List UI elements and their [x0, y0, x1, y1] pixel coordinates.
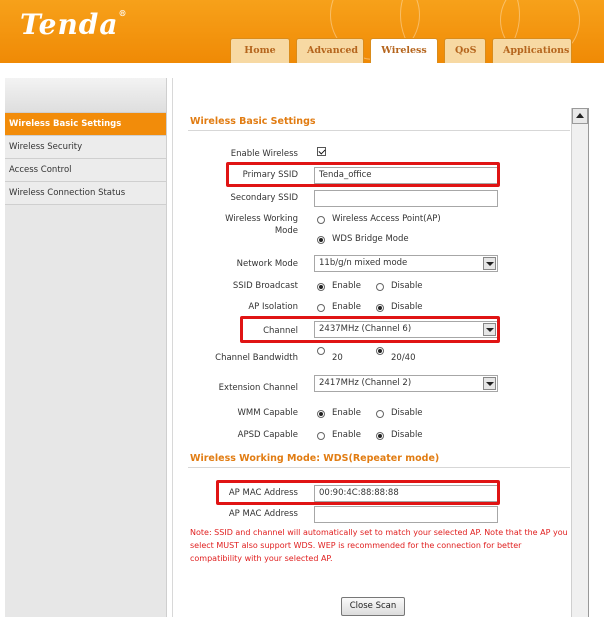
apsd-capable-label: APSD Capable [237, 430, 298, 440]
logo-text: Tenda [20, 8, 119, 41]
scrollbar-edge [588, 108, 589, 617]
wmm-disable-radio[interactable] [376, 410, 384, 418]
apsd-enable-label: Enable [332, 430, 361, 440]
ssid-broadcast-label: SSID Broadcast [232, 281, 298, 291]
tab-wireless[interactable]: Wireless [370, 38, 438, 63]
apsd-disable-label: Disable [391, 430, 423, 440]
wds-note: Note: SSID and channel will automaticall… [190, 528, 568, 563]
secondary-ssid-label: Secondary SSID [230, 193, 298, 203]
secondary-ssid-input[interactable] [314, 190, 498, 207]
ssid-broadcast-disable-radio[interactable] [376, 283, 384, 291]
ap-isolation-enable-radio[interactable] [317, 304, 325, 312]
wmm-enable-label: Enable [332, 408, 361, 418]
working-mode-wds-label: WDS Bridge Mode [332, 234, 409, 244]
channel-bandwidth-label: Channel Bandwidth [215, 353, 298, 363]
working-mode-ap-radio[interactable] [317, 216, 325, 224]
network-mode-value: 11b/g/n mixed mode [319, 258, 408, 268]
section-title-basic: Wireless Basic Settings [190, 116, 316, 127]
extension-channel-select[interactable]: 2417MHz (Channel 2) [314, 375, 498, 392]
tab-home[interactable]: Home [230, 38, 290, 63]
ssid-broadcast-enable-label: Enable [332, 281, 361, 291]
sidebar-item-access-control[interactable]: Access Control [5, 159, 166, 182]
tab-applications[interactable]: Applications [492, 38, 572, 63]
ap-mac-address-input-2[interactable] [314, 506, 498, 523]
working-mode-wds-radio[interactable] [317, 236, 325, 244]
wmm-capable-label: WMM Capable [237, 408, 298, 418]
enable-wireless-checkbox[interactable] [317, 147, 326, 156]
scroll-up-arrow-icon[interactable] [572, 108, 588, 124]
ap-isolation-enable-label: Enable [332, 302, 361, 312]
sidebar-item-wireless-connection-status[interactable]: Wireless Connection Status [5, 182, 166, 205]
section-title-wds: Wireless Working Mode: WDS(Repeater mode… [190, 453, 440, 464]
network-mode-select[interactable]: 11b/g/n mixed mode [314, 255, 498, 272]
working-mode-label-line2: Mode [274, 226, 298, 236]
vertical-scrollbar[interactable] [571, 108, 589, 617]
network-mode-label: Network Mode [236, 259, 298, 269]
apsd-disable-radio[interactable] [376, 432, 384, 440]
bandwidth-20-label: 20 [332, 353, 343, 363]
sidebar-item-wireless-basic-settings[interactable]: Wireless Basic Settings [5, 113, 166, 136]
apsd-enable-radio[interactable] [317, 432, 325, 440]
working-mode-ap-label: Wireless Access Point(AP) [332, 214, 441, 224]
highlight-box-channel [240, 316, 500, 343]
sidebar: Wireless Basic Settings Wireless Securit… [5, 78, 167, 617]
dropdown-arrow-icon[interactable] [483, 377, 496, 390]
enable-wireless-label: Enable Wireless [230, 149, 298, 159]
sidebar-item-wireless-security[interactable]: Wireless Security [5, 136, 166, 159]
dropdown-arrow-icon[interactable] [483, 257, 496, 270]
main-tabs: Home Advanced Wireless QoS Applications [230, 38, 578, 63]
section-divider [188, 467, 570, 468]
working-mode-label-line1: Wireless Working [225, 214, 298, 224]
wmm-enable-radio[interactable] [317, 410, 325, 418]
highlight-box-ap-mac [216, 480, 500, 505]
bandwidth-20-40-label: 20/40 [391, 353, 416, 363]
section-divider [188, 130, 570, 131]
app-header: Tenda® Home Advanced Wireless QoS Applic… [0, 0, 604, 63]
ap-isolation-disable-radio[interactable] [376, 304, 384, 312]
bandwidth-20-radio[interactable] [317, 347, 325, 355]
ap-isolation-disable-label: Disable [391, 302, 423, 312]
tab-qos[interactable]: QoS [444, 38, 486, 63]
ap-mac-address-label-2: AP MAC Address [228, 509, 298, 519]
ssid-broadcast-enable-radio[interactable] [317, 283, 325, 291]
tab-advanced[interactable]: Advanced [296, 38, 364, 63]
ssid-broadcast-disable-label: Disable [391, 281, 423, 291]
close-scan-button[interactable]: Close Scan [341, 597, 405, 616]
bandwidth-20-40-radio[interactable] [376, 347, 384, 355]
extension-channel-value: 2417MHz (Channel 2) [319, 378, 412, 388]
tenda-logo: Tenda® [20, 8, 128, 41]
highlight-box-primary-ssid [226, 162, 500, 187]
ap-isolation-label: AP Isolation [248, 302, 298, 312]
extension-channel-label: Extension Channel [218, 383, 298, 393]
wmm-disable-label: Disable [391, 408, 423, 418]
sidebar-header [5, 78, 166, 113]
